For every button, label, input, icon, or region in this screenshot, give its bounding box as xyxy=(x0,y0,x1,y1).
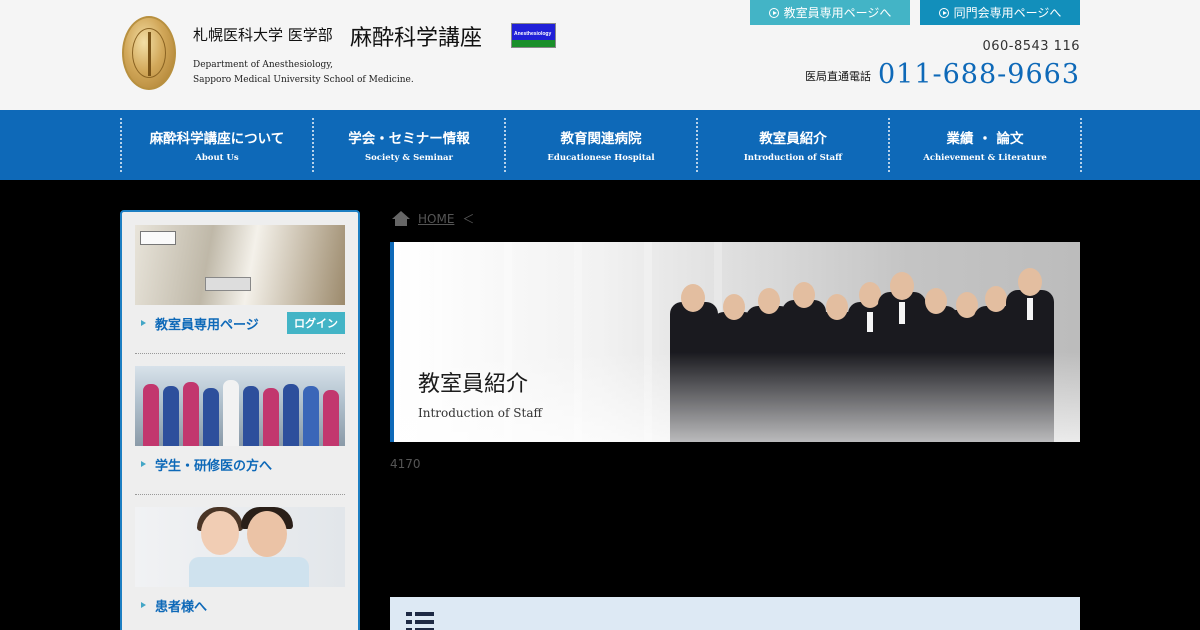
direct-tel-number[interactable]: 011-688-9663 xyxy=(878,59,1080,90)
list-icon-line xyxy=(415,620,434,624)
nav-item-staff[interactable]: 教室員紹介 Introduction of Staff xyxy=(698,118,890,172)
nav-item-label: 学会・セミナー情報 xyxy=(348,131,470,147)
nav-item-label: 業績 ・ 論文 xyxy=(946,131,1024,147)
arrow-right-icon xyxy=(141,320,146,326)
nav-item-seminar[interactable]: 学会・セミナー情報 Society & Seminar xyxy=(314,118,506,172)
staff-room-photo[interactable] xyxy=(135,225,345,305)
alumni-page-button[interactable]: 同門会専用ページへ xyxy=(920,0,1080,25)
photo-figure xyxy=(263,388,279,446)
patients-photo[interactable] xyxy=(135,507,345,587)
sidebar-link-patients[interactable]: 患者様へ xyxy=(135,587,345,623)
sidebar-link-staff[interactable]: 教室員専用ページ ログイン xyxy=(135,305,345,341)
breadcrumb-home-link[interactable]: HOME xyxy=(418,212,454,226)
page-id-text: 4170 xyxy=(390,457,421,471)
department-english-name: Department of Anesthesiology, Sapporo Me… xyxy=(193,58,414,88)
login-button[interactable]: ログイン xyxy=(287,312,345,334)
nav-item-sublabel: Society & Seminar xyxy=(364,153,453,163)
photo-figure xyxy=(243,386,259,446)
photo-figure xyxy=(203,388,219,446)
staff-page-button-label: 教室員専用ページへ xyxy=(783,6,892,20)
staff-page-button[interactable]: 教室員専用ページへ xyxy=(750,0,910,25)
global-nav-list: 麻酔科学講座について About Us 学会・セミナー情報 Society & … xyxy=(120,118,1082,172)
sidebar-link-label: 教室員専用ページ xyxy=(155,317,259,333)
department-english-line1: Department of Anesthesiology, xyxy=(193,60,334,70)
sidebar-link-label: 患者様へ xyxy=(155,599,208,615)
photo-figure xyxy=(201,511,239,555)
nav-item-label: 麻酔科学講座について xyxy=(149,131,285,147)
nav-item-sublabel: Achievement & Literature xyxy=(923,153,1047,163)
photo-figure xyxy=(323,390,339,446)
photo-figure xyxy=(143,384,159,446)
list-icon-bullet xyxy=(406,620,412,624)
site-header: 札幌医科大学 医学部 麻酔科学講座 Anesthesiology Departm… xyxy=(0,0,1200,110)
photo-figure xyxy=(247,511,287,557)
journal-badge[interactable]: Anesthesiology xyxy=(511,23,556,48)
nav-item-sublabel: Educationese Hospital xyxy=(547,153,655,163)
sidebar-divider xyxy=(135,494,345,495)
photo-figure xyxy=(283,384,299,446)
arrow-right-icon xyxy=(141,461,146,467)
nav-item-achievement[interactable]: 業績 ・ 論文 Achievement & Literature xyxy=(890,118,1082,172)
home-icon xyxy=(392,210,410,227)
photo-figure xyxy=(303,386,319,446)
photo-figure xyxy=(163,386,179,446)
sidebar-card-staff: 教室員専用ページ ログイン xyxy=(135,225,345,341)
breadcrumb-separator: ＜ xyxy=(462,212,475,226)
university-seal-logo[interactable] xyxy=(122,16,176,90)
play-circle-icon xyxy=(768,7,779,18)
department-english-line2: Sapporo Medical University School of Med… xyxy=(193,75,414,85)
content-list-box xyxy=(390,597,1080,630)
sidebar-divider xyxy=(135,353,345,354)
sidebar-link-label: 学生・研修医の方へ xyxy=(155,458,273,474)
photo-figure xyxy=(223,380,239,446)
global-nav: 麻酔科学講座について About Us 学会・セミナー情報 Society & … xyxy=(0,110,1200,180)
department-title[interactable]: 麻酔科学講座 xyxy=(350,20,482,52)
photo-figure xyxy=(189,557,309,587)
nav-item-label: 教室員紹介 xyxy=(759,131,827,147)
sidebar-card-patients: 患者様へ xyxy=(135,507,345,623)
direct-tel-label: 医局直通電話 xyxy=(805,70,871,83)
room-sign xyxy=(140,231,176,245)
nav-item-about[interactable]: 麻酔科学講座について About Us xyxy=(122,118,314,172)
seal-staff-mark xyxy=(148,32,151,76)
home-icon-base xyxy=(395,217,407,226)
alumni-page-button-label: 同門会専用ページへ xyxy=(953,6,1062,20)
journal-badge-stripe xyxy=(512,40,555,47)
page-title: 教室員紹介 xyxy=(418,372,529,397)
university-name: 札幌医科大学 医学部 xyxy=(193,26,333,44)
list-icon-line xyxy=(415,612,434,616)
photo-figure xyxy=(183,382,199,446)
nav-item-hospital[interactable]: 教育関連病院 Educationese Hospital xyxy=(506,118,698,172)
nav-item-sublabel: Introduction of Staff xyxy=(743,153,843,163)
list-icon-bullet xyxy=(406,612,412,616)
hero-banner: 教室員紹介 Introduction of Staff xyxy=(390,242,1080,442)
breadcrumb: HOME ＜ xyxy=(392,210,474,227)
journal-badge-label: Anesthesiology xyxy=(514,31,552,37)
arrow-right-icon xyxy=(141,602,146,608)
page-subtitle: Introduction of Staff xyxy=(418,406,543,420)
sidebar: 教室員専用ページ ログイン 学生・研修医の方へ 患者様へ xyxy=(120,210,360,630)
postal-code: 060-8543 116 xyxy=(982,39,1080,54)
sidebar-link-students[interactable]: 学生・研修医の方へ xyxy=(135,446,345,482)
play-circle-icon xyxy=(938,7,949,18)
nav-item-label: 教育関連病院 xyxy=(560,131,642,147)
nav-item-sublabel: About Us xyxy=(195,153,239,163)
door-plate xyxy=(205,277,251,291)
sidebar-card-students: 学生・研修医の方へ xyxy=(135,366,345,482)
list-icon xyxy=(406,612,434,630)
residents-group-photo[interactable] xyxy=(135,366,345,446)
